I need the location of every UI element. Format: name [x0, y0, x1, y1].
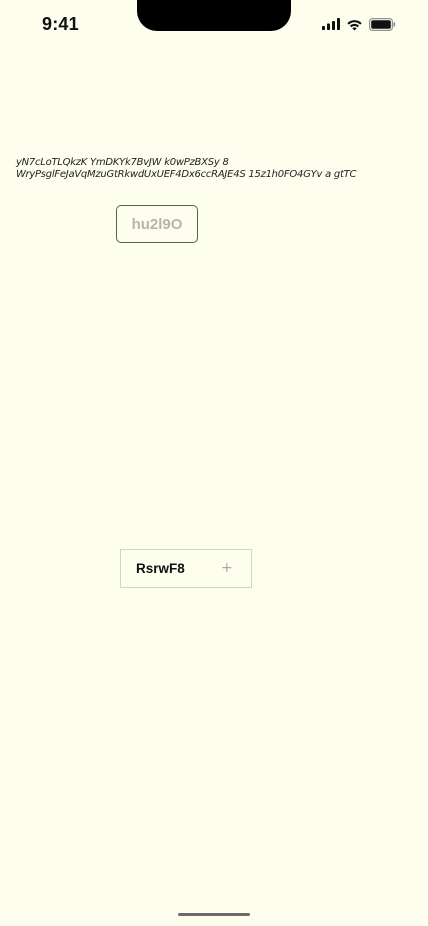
- stepper-label: RsrwF8: [136, 561, 185, 576]
- cellular-signal-icon: [322, 18, 340, 30]
- status-time: 9:41: [42, 14, 79, 34]
- status-icons: [322, 17, 396, 31]
- status-bar: 9:41: [0, 0, 428, 50]
- home-indicator[interactable]: [178, 913, 250, 916]
- body-text: yN7cLoTLQkzK YmDKYk7BvJW k0wPzBXSy 8 Wry…: [16, 157, 357, 180]
- add-stepper[interactable]: RsrwF8 +: [120, 549, 252, 588]
- battery-icon: [369, 17, 396, 31]
- outline-button[interactable]: hu2l9O: [116, 205, 198, 243]
- wifi-icon: [346, 18, 363, 31]
- device-notch: [137, 0, 291, 31]
- plus-icon[interactable]: +: [221, 560, 233, 576]
